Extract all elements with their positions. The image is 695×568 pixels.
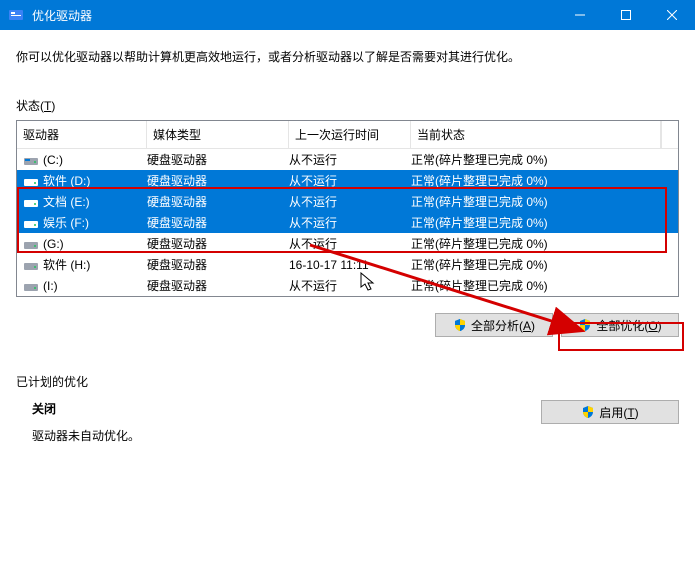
drive-icon <box>23 174 39 188</box>
close-button[interactable] <box>649 0 695 30</box>
window-titlebar: 优化驱动器 <box>0 0 695 30</box>
drive-icon <box>23 237 39 251</box>
drives-listview[interactable]: 驱动器 媒体类型 上一次运行时间 当前状态 (C:) 硬盘驱动器 从不运行 正常… <box>16 120 679 297</box>
media-cell: 硬盘驱动器 <box>147 172 289 189</box>
analyze-all-button[interactable]: 全部分析(A) <box>435 313 553 337</box>
drive-row[interactable]: (C:) 硬盘驱动器 从不运行 正常(碎片整理已完成 0%) <box>17 149 678 170</box>
drive-icon <box>23 195 39 209</box>
drive-name: (I:) <box>43 279 58 293</box>
drive-name: (C:) <box>43 153 63 167</box>
drive-row[interactable]: 文档 (E:) 硬盘驱动器 从不运行 正常(碎片整理已完成 0%) <box>17 191 678 212</box>
drive-icon <box>23 279 39 293</box>
drive-name: 文档 (E:) <box>43 193 90 210</box>
status-cell: 正常(碎片整理已完成 0%) <box>411 256 678 273</box>
window-title: 优化驱动器 <box>32 7 557 24</box>
media-cell: 硬盘驱动器 <box>147 277 289 294</box>
optimize-all-button[interactable]: 全部优化(O) <box>561 313 679 337</box>
drive-cell: 娱乐 (F:) <box>23 214 147 231</box>
svg-text:系统之家: 系统之家 <box>593 514 658 533</box>
drive-cell: 软件 (D:) <box>23 172 147 189</box>
drive-cell: 软件 (H:) <box>23 256 147 273</box>
drive-name: 软件 (H:) <box>43 256 90 273</box>
drive-icon <box>23 258 39 272</box>
scheduled-state: 关闭 <box>32 400 541 417</box>
shield-icon <box>453 318 467 332</box>
drive-cell: 文档 (E:) <box>23 193 147 210</box>
last-run-cell: 从不运行 <box>289 277 411 294</box>
status-cell: 正常(碎片整理已完成 0%) <box>411 214 678 231</box>
last-run-cell: 从不运行 <box>289 193 411 210</box>
status-cell: 正常(碎片整理已完成 0%) <box>411 172 678 189</box>
last-run-cell: 从不运行 <box>289 151 411 168</box>
column-last-run[interactable]: 上一次运行时间 <box>289 121 411 148</box>
status-cell: 正常(碎片整理已完成 0%) <box>411 235 678 252</box>
drive-row[interactable]: (I:) 硬盘驱动器 从不运行 正常(碎片整理已完成 0%) <box>17 275 678 296</box>
drive-cell: (C:) <box>23 153 147 167</box>
status-section-label: 状态(T) <box>16 97 679 114</box>
drive-row[interactable]: 娱乐 (F:) 硬盘驱动器 从不运行 正常(碎片整理已完成 0%) <box>17 212 678 233</box>
scheduled-note: 驱动器未自动优化。 <box>32 427 541 444</box>
status-cell: 正常(碎片整理已完成 0%) <box>411 277 678 294</box>
drives-header: 驱动器 媒体类型 上一次运行时间 当前状态 <box>17 121 678 149</box>
analyze-all-label: 全部分析(A) <box>471 317 535 334</box>
media-cell: 硬盘驱动器 <box>147 151 289 168</box>
media-cell: 硬盘驱动器 <box>147 214 289 231</box>
content-area: 你可以优化驱动器以帮助计算机更高效地运行，或者分析驱动器以了解是否需要对其进行优… <box>0 30 695 462</box>
status-cell: 正常(碎片整理已完成 0%) <box>411 151 678 168</box>
drive-name: (G:) <box>43 237 64 251</box>
maximize-button[interactable] <box>603 0 649 30</box>
drive-name: 娱乐 (F:) <box>43 214 89 231</box>
shield-icon <box>578 318 592 332</box>
last-run-cell: 从不运行 <box>289 235 411 252</box>
scheduled-section-label: 已计划的优化 <box>16 373 679 390</box>
enable-schedule-label: 启用(T) <box>599 404 638 421</box>
media-cell: 硬盘驱动器 <box>147 256 289 273</box>
drive-cell: (I:) <box>23 279 147 293</box>
drive-icon <box>23 216 39 230</box>
svg-text:XITONGZHIJIA.NET: XITONGZHIJIA.NET <box>593 536 666 545</box>
column-media[interactable]: 媒体类型 <box>147 121 289 148</box>
header-spacer <box>661 121 678 148</box>
app-icon <box>8 7 24 23</box>
optimize-all-label: 全部优化(O) <box>596 317 661 334</box>
last-run-cell: 从不运行 <box>289 172 411 189</box>
drive-icon <box>23 153 39 167</box>
drive-row[interactable]: (G:) 硬盘驱动器 从不运行 正常(碎片整理已完成 0%) <box>17 233 678 254</box>
description-text: 你可以优化驱动器以帮助计算机更高效地运行，或者分析驱动器以了解是否需要对其进行优… <box>16 48 679 65</box>
drive-name: 软件 (D:) <box>43 172 90 189</box>
last-run-cell: 从不运行 <box>289 214 411 231</box>
media-cell: 硬盘驱动器 <box>147 193 289 210</box>
minimize-button[interactable] <box>557 0 603 30</box>
drive-cell: (G:) <box>23 237 147 251</box>
status-cell: 正常(碎片整理已完成 0%) <box>411 193 678 210</box>
last-run-cell: 16-10-17 11:11 <box>289 258 411 272</box>
shield-icon <box>581 405 595 419</box>
column-status[interactable]: 当前状态 <box>411 121 661 148</box>
drive-row[interactable]: 软件 (H:) 硬盘驱动器 16-10-17 11:11 正常(碎片整理已完成 … <box>17 254 678 275</box>
watermark: 系统之家 XITONGZHIJIA.NET <box>545 507 685 558</box>
enable-schedule-button[interactable]: 启用(T) <box>541 400 679 424</box>
media-cell: 硬盘驱动器 <box>147 235 289 252</box>
column-drive[interactable]: 驱动器 <box>17 121 147 148</box>
drive-row[interactable]: 软件 (D:) 硬盘驱动器 从不运行 正常(碎片整理已完成 0%) <box>17 170 678 191</box>
